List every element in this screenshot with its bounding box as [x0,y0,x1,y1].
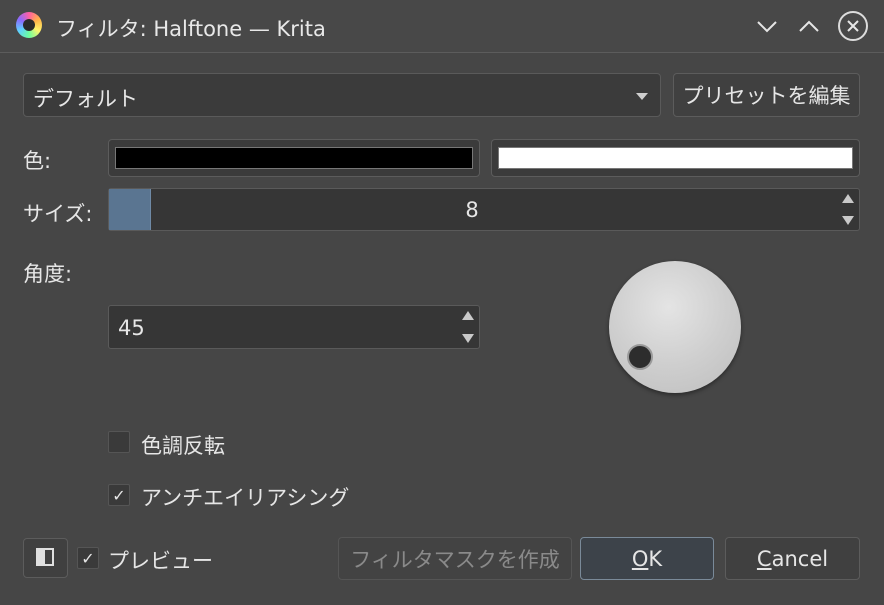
invert-checkbox[interactable] [108,431,130,453]
cancel-button[interactable]: Cancel [725,537,860,580]
size-label: サイズ: [23,202,93,226]
edit-preset-button[interactable]: プリセットを編集 [673,73,860,117]
angle-spinbox[interactable]: 45 [108,305,480,349]
angle-dial[interactable] [609,261,741,393]
ok-label-rest: K [648,546,663,571]
check-icon: ✓ [112,485,126,505]
dial-handle[interactable] [627,344,653,370]
size-stepper[interactable] [841,193,855,226]
preview-checkbox[interactable]: ✓ [77,547,99,569]
invert-label: 色調反転 [141,434,225,458]
create-filter-mask-button[interactable]: フィルタマスクを作成 [338,537,572,580]
angle-label: 角度: [23,262,73,286]
preset-select[interactable]: デフォルト [23,73,661,117]
size-value: 8 [465,198,479,222]
close-icon[interactable] [838,11,868,41]
cancel-mnemonic: C [756,546,772,571]
krita-app-icon [16,12,42,38]
foreground-color-button[interactable] [108,139,480,177]
cancel-label-rest: ancel [771,546,829,571]
color-label: 色: [23,149,52,173]
minimize-icon[interactable] [752,11,782,41]
size-slider[interactable]: 8 [108,188,860,231]
arrow-up-icon[interactable] [842,194,854,203]
antialias-checkbox[interactable]: ✓ [108,484,130,506]
arrow-down-icon[interactable] [842,216,854,225]
arrow-up-icon[interactable] [462,311,474,320]
window-title: フィルタ: Halftone — Krita [56,17,326,41]
preview-label: プレビュー [108,549,213,573]
angle-stepper[interactable] [461,310,475,344]
angle-value: 45 [118,316,145,340]
background-color-swatch [498,147,853,169]
background-color-button[interactable] [491,139,860,177]
foreground-color-swatch [115,147,473,169]
ok-mnemonic: O [631,546,649,571]
arrow-down-icon[interactable] [462,334,474,343]
preset-select-value: デフォルト [33,87,138,111]
chevron-down-icon [636,93,648,100]
title-bar: フィルタ: Halftone — Krita [0,0,884,53]
check-icon: ✓ [81,548,95,568]
ok-button[interactable]: OK [580,537,714,580]
preview-layout-button[interactable] [23,538,68,578]
antialias-label: アンチエイリアシング [141,486,350,510]
split-view-icon [36,548,54,566]
maximize-icon[interactable] [794,11,824,41]
